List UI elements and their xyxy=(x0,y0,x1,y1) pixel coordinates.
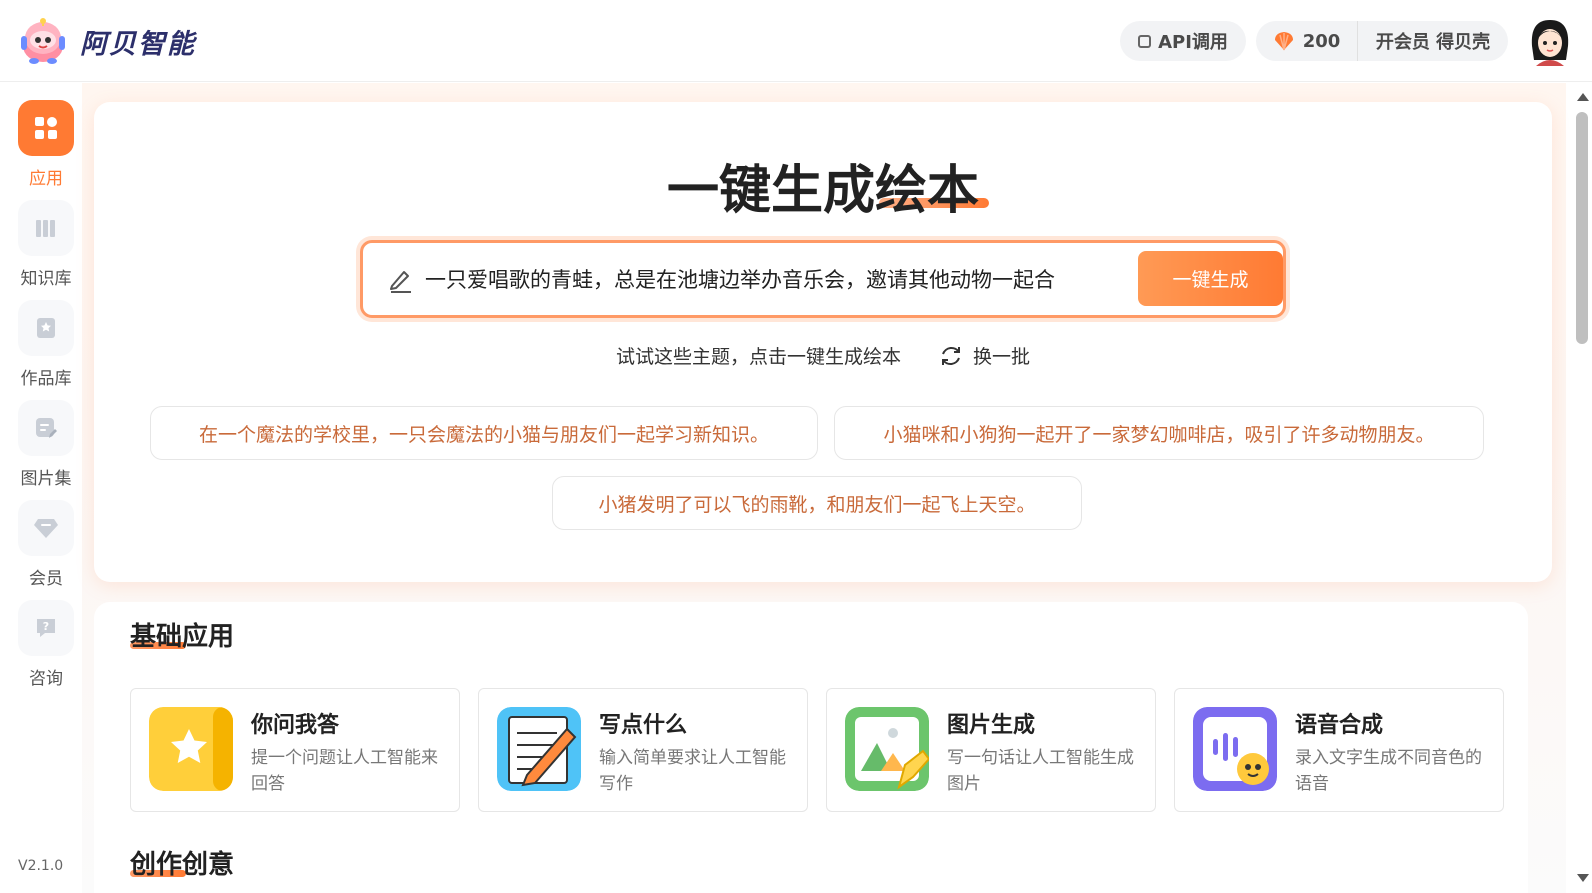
page-scrollbar[interactable] xyxy=(1574,88,1592,893)
app-description: 录入文字生成不同音色的语音 xyxy=(1295,748,1482,794)
sidebar-item-gallery[interactable]: 图片集 xyxy=(18,400,74,489)
refresh-label: 换一批 xyxy=(973,346,1031,368)
sidebar-item-membership[interactable]: 会员 xyxy=(18,500,74,589)
section-title: 基础应用 xyxy=(130,622,235,652)
page-title: 一键生成绘本 xyxy=(666,161,979,221)
voice-synthesis-icon xyxy=(1193,707,1277,791)
scroll-down-arrow-icon[interactable] xyxy=(1577,874,1589,882)
section-title: 创作创意 xyxy=(130,850,235,880)
top-bar: 阿贝智能 API调用 200 开会员 得贝壳 xyxy=(0,0,1592,82)
shell-balance-pill: 200 开会员 得贝壳 xyxy=(1256,21,1508,61)
logo[interactable]: 阿贝智能 xyxy=(18,16,196,66)
diamond-icon xyxy=(34,519,58,538)
qa-star-icon xyxy=(149,707,233,791)
prompt-box: 一键生成 xyxy=(360,240,1286,318)
app-card-qa[interactable]: 你问我答 提一个问题让人工智能来回答 xyxy=(130,688,460,812)
scroll-up-arrow-icon[interactable] xyxy=(1577,93,1589,101)
app-card-writing[interactable]: 写点什么 输入简单要求让人工智能写作 xyxy=(478,688,808,812)
writing-pencil-icon xyxy=(497,707,581,791)
brand-name: 阿贝智能 xyxy=(80,28,196,60)
app-card-image[interactable]: 图片生成 写一句话让人工智能生成图片 xyxy=(826,688,1156,812)
api-label: API调用 xyxy=(1158,32,1228,53)
story-prompt-input[interactable] xyxy=(425,255,1115,303)
star-book-icon xyxy=(37,318,55,338)
shell-balance[interactable]: 200 xyxy=(1256,21,1358,61)
refresh-button[interactable]: 换一批 xyxy=(939,342,1030,369)
mascot-logo-icon xyxy=(21,18,65,64)
help-chat-icon: ? xyxy=(37,619,55,637)
basic-apps-section: 基础应用 你问我答 提一个问题让人工智能来回答 写点什么 输入简单要求让人工智能… xyxy=(94,602,1528,893)
api-icon xyxy=(1138,34,1152,48)
storybook-generator-card: 一键生成绘本 一键生成 试试这些主题，点击一键生成绘本 换一批 在一个魔法的学校… xyxy=(94,102,1552,582)
vip-button[interactable]: 开会员 得贝壳 xyxy=(1358,21,1508,61)
scrollbar-thumb[interactable] xyxy=(1576,112,1588,344)
sidebar-item-label: 咨询 xyxy=(29,669,63,689)
grid-icon xyxy=(35,117,57,139)
api-button[interactable]: API调用 xyxy=(1120,21,1246,61)
refresh-icon xyxy=(942,346,960,365)
image-generate-icon xyxy=(845,707,929,791)
app-name: 语音合成 xyxy=(1295,713,1384,738)
sidebar-item-label: 应用 xyxy=(29,169,63,189)
books-icon xyxy=(36,220,55,237)
suggestion-chip[interactable]: 小猫咪和小狗狗一起开了一家梦幻咖啡店，吸引了许多动物朋友。 xyxy=(834,406,1484,460)
app-name: 写点什么 xyxy=(599,713,688,738)
app-description: 提一个问题让人工智能来回答 xyxy=(251,748,438,794)
user-avatar[interactable] xyxy=(1526,16,1574,66)
app-name: 图片生成 xyxy=(947,713,1036,738)
sidebar-item-label: 图片集 xyxy=(20,469,72,489)
image-edit-icon xyxy=(36,418,57,438)
sidebar-item-works[interactable]: 作品库 xyxy=(18,300,74,389)
sidebar: 应用 知识库 作品库 图片集 会员 ? 咨询 V2.1.0 xyxy=(0,82,92,893)
suggestion-header: 试试这些主题，点击一键生成绘本 换一批 xyxy=(94,342,1552,369)
svg-text:?: ? xyxy=(43,620,49,633)
generate-button[interactable]: 一键生成 xyxy=(1138,251,1283,306)
sidebar-item-label: 知识库 xyxy=(20,269,72,289)
sidebar-item-consult[interactable]: ? 咨询 xyxy=(18,600,74,689)
sidebar-item-label: 作品库 xyxy=(20,369,72,389)
try-topics-text: 试试这些主题，点击一键生成绘本 xyxy=(615,346,901,368)
sidebar-item-label: 会员 xyxy=(29,569,63,589)
suggestion-chip[interactable]: 小猪发明了可以飞的雨靴，和朋友们一起飞上天空。 xyxy=(552,476,1082,530)
app-name: 你问我答 xyxy=(251,713,340,738)
app-description: 输入简单要求让人工智能写作 xyxy=(599,748,786,794)
pencil-icon xyxy=(390,271,411,293)
sidebar-item-knowledge[interactable]: 知识库 xyxy=(18,200,74,289)
sidebar-item-apps[interactable]: 应用 xyxy=(18,100,74,189)
version-label: V2.1.0 xyxy=(18,858,64,874)
suggestion-chip[interactable]: 在一个魔法的学校里，一只会魔法的小猫与朋友们一起学习新知识。 xyxy=(150,406,818,460)
shell-count: 200 xyxy=(1302,30,1341,52)
app-card-voice[interactable]: 语音合成 录入文字生成不同音色的语音 xyxy=(1174,688,1504,812)
vip-label: 开会员 得贝壳 xyxy=(1375,32,1491,53)
shell-icon xyxy=(1274,32,1293,51)
app-description: 写一句话让人工智能生成图片 xyxy=(947,748,1134,794)
